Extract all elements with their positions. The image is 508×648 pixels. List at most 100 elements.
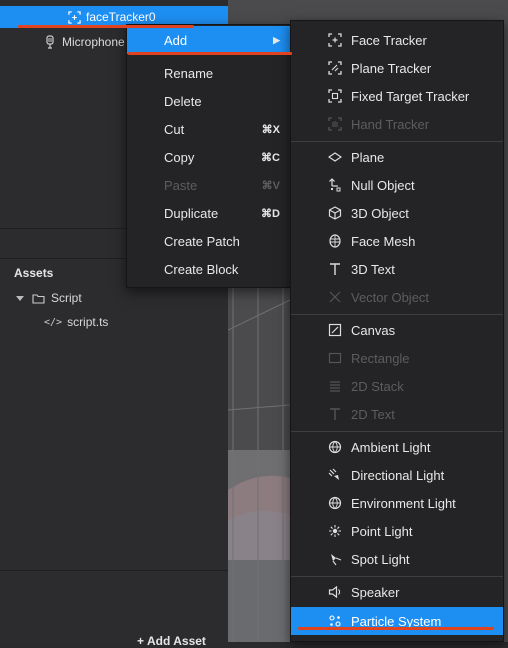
submenu-item-particle-system[interactable]: Particle System xyxy=(291,607,503,635)
chevron-right-icon: ▶ xyxy=(273,34,280,45)
menu-item-label: Speaker xyxy=(351,584,400,600)
menu-item-label: Add xyxy=(164,32,188,48)
submenu-item-ambient-light[interactable]: Ambient Light xyxy=(291,433,503,461)
shortcut-label: ⌘C xyxy=(261,151,280,164)
menu-item-label: Spot Light xyxy=(351,551,410,567)
menu-item-label: Copy xyxy=(164,149,195,165)
submenu-item-face-tracker[interactable]: Face Tracker xyxy=(291,26,503,54)
menu-item-label: Create Patch xyxy=(164,233,240,249)
menu-item-copy[interactable]: Copy ⌘C xyxy=(127,143,292,171)
menu-item-label: Directional Light xyxy=(351,467,445,483)
submenu-item-plane[interactable]: Plane xyxy=(291,143,503,171)
menu-item-label: Canvas xyxy=(351,322,396,338)
asset-folder-label: Script xyxy=(51,291,82,305)
null-object-icon xyxy=(327,177,343,193)
globe-icon xyxy=(327,439,343,455)
plane-tracker-icon xyxy=(327,60,343,76)
menu-separator xyxy=(291,431,503,432)
menu-item-label: Plane Tracker xyxy=(351,60,432,76)
submenu-item-fixed-target-tracker[interactable]: Fixed Target Tracker xyxy=(291,82,503,110)
menu-item-label: Face Mesh xyxy=(351,233,416,249)
point-light-icon xyxy=(327,523,343,539)
submenu-item-rectangle: Rectangle xyxy=(291,344,503,372)
submenu-item-null-object[interactable]: Null Object xyxy=(291,171,503,199)
canvas-icon xyxy=(327,322,343,338)
rectangle-icon xyxy=(327,350,343,366)
menu-item-paste: Paste ⌘V xyxy=(127,171,292,199)
menu-item-label: 3D Text xyxy=(351,261,395,277)
asset-folder-script[interactable]: Script xyxy=(16,291,82,305)
menu-item-label: Environment Light xyxy=(351,495,456,511)
menu-separator xyxy=(291,576,503,577)
face-tracker-icon xyxy=(67,10,81,24)
add-asset-label: Add Asset xyxy=(147,634,206,648)
target-tracker-icon xyxy=(327,88,343,104)
asset-file-label: script.ts xyxy=(67,315,109,329)
add-submenu: Face Tracker Plane Tracker Fixed Target … xyxy=(290,20,504,642)
menu-item-label: Vector Object xyxy=(351,289,430,305)
submenu-item-hand-tracker: Hand Tracker xyxy=(291,110,503,138)
menu-item-label: Point Light xyxy=(351,523,413,539)
menu-separator xyxy=(291,141,503,142)
menu-item-label: Delete xyxy=(164,93,202,109)
text-icon xyxy=(327,261,343,277)
shortcut-label: ⌘V xyxy=(261,179,280,192)
speaker-icon xyxy=(327,584,343,600)
menu-item-rename[interactable]: Rename xyxy=(127,59,292,87)
menu-item-label: Ambient Light xyxy=(351,439,431,455)
submenu-item-2d-stack: 2D Stack xyxy=(291,372,503,400)
submenu-item-plane-tracker[interactable]: Plane Tracker xyxy=(291,54,503,82)
submenu-item-directional-light[interactable]: Directional Light xyxy=(291,461,503,489)
scene-item-label: faceTracker0 xyxy=(86,10,156,24)
menu-item-label: Rectangle xyxy=(351,350,410,366)
submenu-item-speaker[interactable]: Speaker xyxy=(291,578,503,606)
submenu-item-point-light[interactable]: Point Light xyxy=(291,517,503,545)
chevron-down-icon[interactable] xyxy=(16,295,24,301)
submenu-item-environment-light[interactable]: Environment Light xyxy=(291,489,503,517)
menu-item-label: Create Block xyxy=(164,261,239,277)
submenu-item-spot-light[interactable]: Spot Light xyxy=(291,545,503,573)
hand-tracker-icon xyxy=(327,116,343,132)
context-menu: Add ▶ Rename Delete Cut ⌘X Copy ⌘C Paste ⌘V… xyxy=(126,24,293,288)
add-asset-button[interactable]: + Add Asset xyxy=(137,634,206,648)
face-tracker-icon xyxy=(327,32,343,48)
menu-item-label: 2D Stack xyxy=(351,378,404,394)
asset-file-script[interactable]: </> script.ts xyxy=(44,315,108,329)
spot-light-icon xyxy=(327,551,343,567)
menu-item-label: Fixed Target Tracker xyxy=(351,88,470,104)
face-mesh-icon xyxy=(327,233,343,249)
menu-item-label: Rename xyxy=(164,65,214,81)
cube-icon xyxy=(327,205,343,221)
panel-divider xyxy=(0,570,228,571)
stack-icon xyxy=(327,378,343,394)
vector-object-icon xyxy=(327,289,343,305)
text-icon xyxy=(327,406,343,422)
menu-item-label: Paste xyxy=(164,177,198,193)
menu-item-create-block[interactable]: Create Block xyxy=(127,255,292,283)
submenu-item-3d-object[interactable]: 3D Object xyxy=(291,199,503,227)
menu-separator xyxy=(291,314,503,315)
globe-icon xyxy=(327,495,343,511)
folder-icon xyxy=(32,293,45,304)
submenu-item-3d-text[interactable]: 3D Text xyxy=(291,255,503,283)
submenu-item-face-mesh[interactable]: Face Mesh xyxy=(291,227,503,255)
menu-item-duplicate[interactable]: Duplicate ⌘D xyxy=(127,199,292,227)
menu-item-create-patch[interactable]: Create Patch xyxy=(127,227,292,255)
menu-item-label: 2D Text xyxy=(351,406,395,422)
annotation-underline xyxy=(298,627,494,630)
menu-item-label: Face Tracker xyxy=(351,32,427,48)
shortcut-label: ⌘X xyxy=(261,123,280,136)
menu-item-label: Duplicate xyxy=(164,205,219,221)
annotation-underline xyxy=(18,25,194,28)
submenu-item-vector-object: Vector Object xyxy=(291,283,503,311)
scene-item-label: Microphone xyxy=(62,35,125,49)
assets-title: Assets xyxy=(14,266,54,280)
plane-icon xyxy=(327,149,343,165)
submenu-item-canvas[interactable]: Canvas xyxy=(291,316,503,344)
menu-item-add[interactable]: Add ▶ xyxy=(127,26,292,54)
annotation-underline xyxy=(128,52,292,55)
code-file-icon: </> xyxy=(44,316,63,328)
menu-item-delete[interactable]: Delete xyxy=(127,87,292,115)
menu-item-cut[interactable]: Cut ⌘X xyxy=(127,115,292,143)
menu-item-label: 3D Object xyxy=(351,205,409,221)
